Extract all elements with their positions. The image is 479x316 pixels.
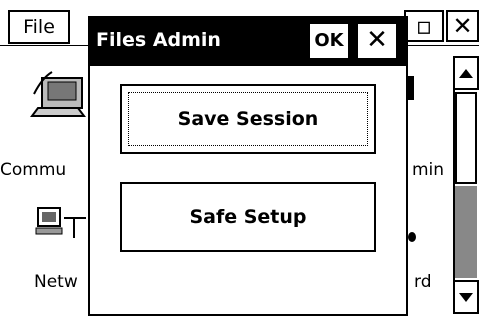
partial-ok-glyph: ▫ (415, 12, 433, 40)
ok-button[interactable]: OK (308, 22, 350, 60)
desktop-icon-label: rd (414, 272, 432, 292)
close-icon: ✕ (366, 25, 388, 55)
scroll-thumb[interactable] (455, 92, 477, 184)
save-session-button[interactable]: Save Session (120, 84, 376, 154)
safe-setup-label: Safe Setup (189, 206, 307, 228)
scroll-track[interactable] (455, 186, 477, 278)
computer-phone-icon[interactable] (28, 64, 88, 124)
desktop-icon-label: Commu (0, 160, 67, 180)
keyboard-icon[interactable] (408, 232, 416, 242)
arrow-up-icon (459, 69, 473, 78)
safe-setup-button[interactable]: Safe Setup (120, 182, 376, 252)
close-button[interactable]: ✕ (356, 22, 398, 60)
background-ok-button[interactable]: ▫ (404, 10, 444, 42)
desktop-icon-label: min (412, 160, 445, 180)
save-session-label: Save Session (177, 108, 319, 130)
close-icon: ✕ (452, 12, 473, 40)
network-icon[interactable] (34, 204, 88, 244)
scroll-up-button[interactable] (453, 56, 479, 90)
dialog-title: Files Admin (96, 29, 221, 51)
arrow-down-icon (459, 293, 473, 302)
scroll-down-button[interactable] (453, 280, 479, 314)
file-menu[interactable]: File (8, 10, 70, 44)
desktop-icon-label: Netw (34, 272, 78, 292)
background-close-button[interactable]: ✕ (446, 10, 479, 42)
file-menu-label: File (23, 16, 55, 38)
